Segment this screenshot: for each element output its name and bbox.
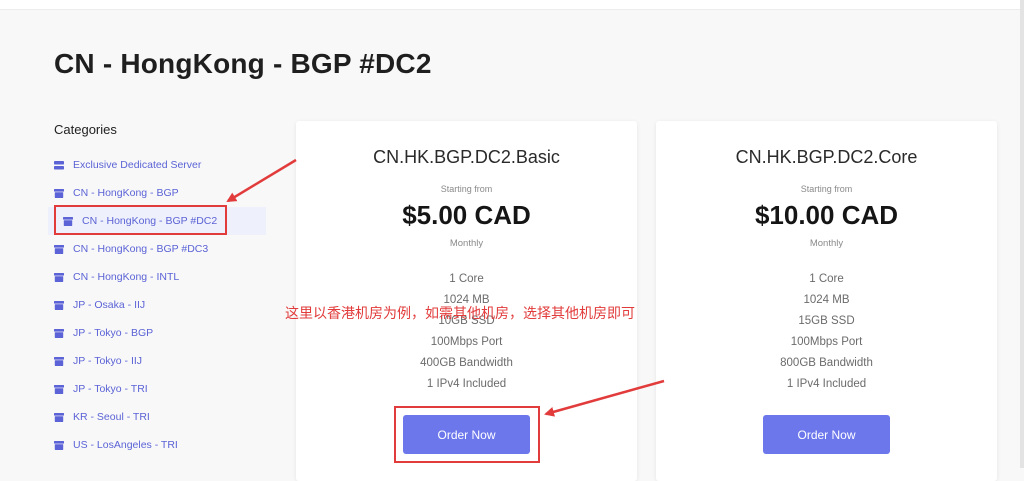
box-icon	[54, 188, 64, 198]
categories-heading: Categories	[54, 122, 117, 137]
box-icon	[54, 440, 64, 450]
sidebar-item-jp-tokyo-iij[interactable]: JP - Tokyo - IIJ	[54, 347, 266, 375]
sidebar-item-cn-hongkong-intl[interactable]: CN - HongKong - INTL	[54, 263, 266, 291]
starting-from-label: Starting from	[440, 184, 493, 194]
sidebar-item-us-losangeles-tri[interactable]: US - LosAngeles - TRI	[54, 431, 266, 459]
feature-item: 15GB SSD	[798, 315, 855, 327]
feature-list: 1 Core 1024 MB 10GB SSD 100Mbps Port 400…	[296, 269, 637, 395]
sidebar-item-jp-tokyo-bgp[interactable]: JP - Tokyo - BGP	[54, 319, 266, 347]
feature-item: 100Mbps Port	[790, 336, 863, 348]
feature-item: 1 Core	[809, 273, 844, 285]
billing-cycle: Monthly	[809, 238, 844, 249]
sidebar-item-label: CN - HongKong - BGP	[73, 187, 179, 199]
product-price: $5.00 CAD	[402, 200, 531, 230]
box-icon	[54, 384, 64, 394]
sidebar-item-label: CN - HongKong - INTL	[73, 271, 180, 283]
sidebar-item-label: US - LosAngeles - TRI	[73, 439, 178, 451]
server-icon	[54, 160, 64, 170]
box-icon	[54, 356, 64, 366]
starting-from-label: Starting from	[800, 184, 853, 194]
sidebar-item-label: KR - Seoul - TRI	[73, 411, 150, 423]
billing-cycle: Monthly	[449, 238, 484, 249]
product-name: CN.HK.BGP.DC2.Core	[735, 147, 918, 167]
product-card-core: CN.HK.BGP.DC2.Core Starting from $10.00 …	[656, 121, 997, 481]
sidebar-item-jp-tokyo-tri[interactable]: JP - Tokyo - TRI	[54, 375, 266, 403]
feature-item: 800GB Bandwidth	[780, 357, 873, 369]
feature-item: 100Mbps Port	[430, 336, 503, 348]
sidebar-item-label: JP - Tokyo - IIJ	[73, 355, 143, 367]
sidebar-item-cn-hongkong-bgp-dc3[interactable]: CN - HongKong - BGP #DC3	[54, 235, 266, 263]
order-now-button[interactable]: Order Now	[763, 415, 890, 454]
box-icon	[54, 412, 64, 422]
sidebar-item-cn-hongkong-bgp[interactable]: CN - HongKong - BGP	[54, 179, 266, 207]
product-name: CN.HK.BGP.DC2.Basic	[373, 147, 560, 167]
sidebar-item-label: CN - HongKong - BGP #DC3	[73, 243, 209, 255]
annotation-note: 这里以香港机房为例，如需其他机房，选择其他机房即可	[285, 306, 635, 322]
sidebar-item-label: Exclusive Dedicated Server	[73, 159, 202, 171]
box-icon	[54, 328, 64, 338]
feature-item: 400GB Bandwidth	[420, 357, 513, 369]
feature-item: 1 Core	[449, 273, 484, 285]
top-bar	[0, 0, 1024, 10]
sidebar-item-label: JP - Tokyo - TRI	[73, 383, 148, 395]
sidebar-item-label: JP - Tokyo - BGP	[73, 327, 154, 339]
feature-item: 1024 MB	[803, 294, 850, 306]
box-icon	[54, 272, 64, 282]
feature-list: 1 Core 1024 MB 15GB SSD 100Mbps Port 800…	[656, 269, 997, 395]
sidebar-item-exclusive-dedicated-server[interactable]: Exclusive Dedicated Server	[54, 151, 266, 179]
category-list: Exclusive Dedicated Server CN - HongKong…	[48, 151, 266, 459]
scrollbar-track[interactable]	[1020, 0, 1024, 468]
feature-item: 1 IPv4 Included	[426, 378, 507, 390]
sidebar-item-jp-osaka-iij[interactable]: JP - Osaka - IIJ	[54, 291, 266, 319]
box-icon	[54, 244, 64, 254]
feature-item: 1 IPv4 Included	[786, 378, 867, 390]
product-price: $10.00 CAD	[754, 200, 899, 230]
annotation-highlight-box	[394, 406, 540, 463]
sidebar-item-label: JP - Osaka - IIJ	[73, 299, 146, 311]
sidebar-item-kr-seoul-tri[interactable]: KR - Seoul - TRI	[54, 403, 266, 431]
annotation-highlight-box	[54, 205, 227, 235]
box-icon	[54, 300, 64, 310]
page-title: CN - HongKong - BGP #DC2	[54, 48, 432, 79]
